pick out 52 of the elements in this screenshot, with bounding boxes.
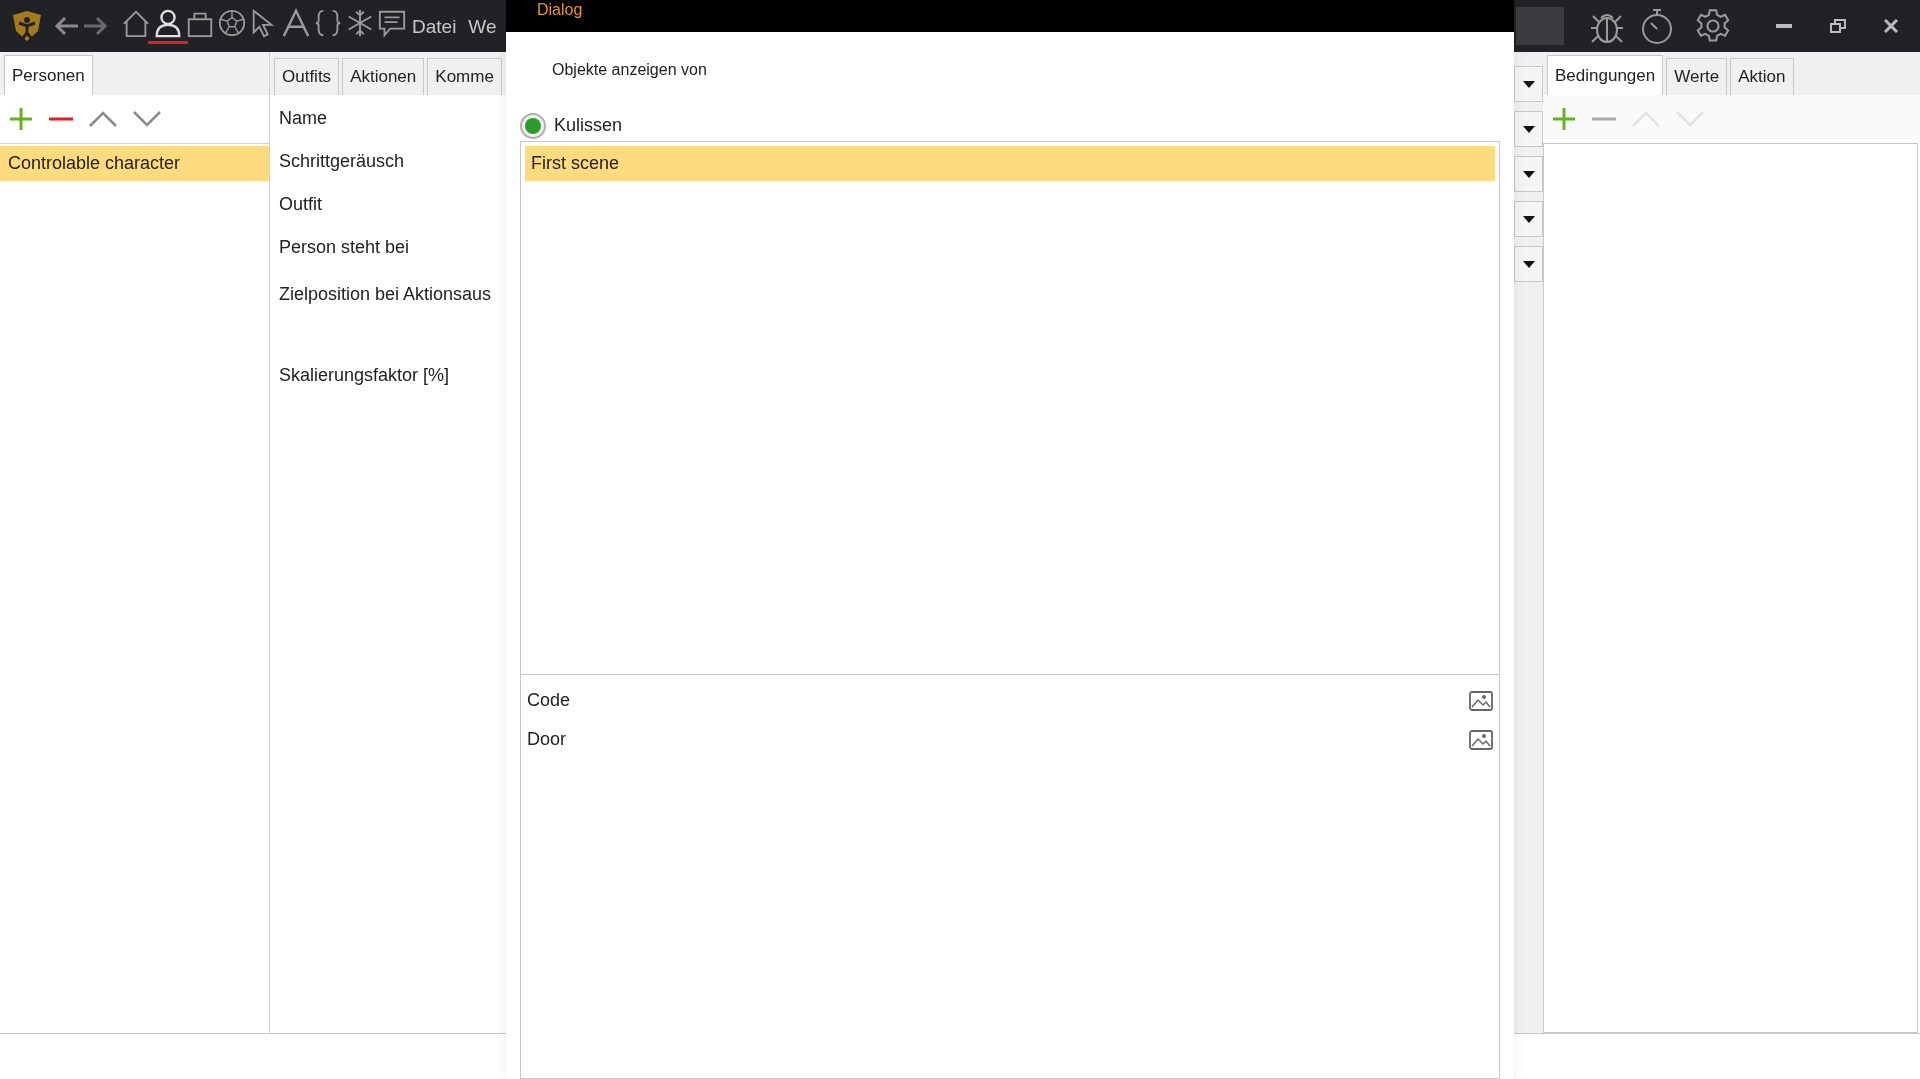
braces-icon[interactable] xyxy=(313,8,343,38)
caret-icon[interactable] xyxy=(1522,80,1535,88)
home-icon[interactable] xyxy=(121,8,151,38)
add-icon[interactable] xyxy=(8,106,34,132)
tab[interactable]: Werte xyxy=(1666,58,1728,95)
settings-icon[interactable] xyxy=(1694,7,1732,45)
stopwatch-icon[interactable] xyxy=(1640,6,1674,46)
list-item[interactable]: First scene xyxy=(525,146,1495,181)
menu-item[interactable]: We xyxy=(468,12,497,42)
add-icon[interactable] xyxy=(1551,106,1577,132)
ball-icon[interactable] xyxy=(217,8,247,38)
field-label: Person steht bei xyxy=(279,236,410,259)
restore-icon[interactable] xyxy=(1830,19,1846,33)
field-label: Name xyxy=(279,107,327,130)
field-label: Zielposition bei Aktionsaus xyxy=(279,283,492,306)
menu-item[interactable]: Datei xyxy=(412,12,457,42)
image-icon[interactable] xyxy=(1469,729,1493,750)
list-item[interactable]: Controlable character xyxy=(0,146,269,181)
dropdown-button[interactable] xyxy=(1514,66,1543,102)
dialog-title: Dialog xyxy=(537,0,583,20)
tab[interactable]: Outfits xyxy=(274,58,340,95)
caret-icon[interactable] xyxy=(1522,170,1535,178)
forward-arrow-icon[interactable] xyxy=(82,16,108,36)
caret-icon[interactable] xyxy=(1522,125,1535,133)
radio-button[interactable]: Kulissen xyxy=(520,112,623,139)
dropdown-button[interactable] xyxy=(1514,111,1543,147)
dropdown-button[interactable] xyxy=(1514,246,1543,282)
shield-logo-icon[interactable] xyxy=(10,9,44,43)
close-icon[interactable] xyxy=(1884,19,1898,33)
down-chevron-icon[interactable] xyxy=(132,110,162,128)
dialog-heading: Objekte anzeigen von xyxy=(552,60,707,80)
tab[interactable]: Aktion xyxy=(1730,58,1794,95)
dropdown-button[interactable] xyxy=(1514,156,1543,192)
field-label: Outfit xyxy=(279,193,322,216)
back-arrow-icon[interactable] xyxy=(54,16,80,36)
up-chevron-icon[interactable] xyxy=(88,110,118,128)
tab[interactable]: Personen xyxy=(4,55,93,95)
caret-icon[interactable] xyxy=(1522,215,1535,223)
dropdown-button[interactable] xyxy=(1514,201,1543,237)
letter-icon[interactable] xyxy=(281,8,311,38)
image-icon[interactable] xyxy=(1469,690,1493,711)
tab[interactable]: Komme xyxy=(427,58,502,95)
tab[interactable]: Aktionen xyxy=(342,58,425,95)
list-item[interactable]: Code xyxy=(527,687,571,714)
toolbar-field[interactable] xyxy=(1516,7,1564,45)
field-label: Skalierungsfaktor [%] xyxy=(279,364,450,387)
person-icon[interactable] xyxy=(153,8,183,38)
comment-icon[interactable] xyxy=(377,8,407,38)
caret-icon[interactable] xyxy=(1522,260,1535,268)
list-item[interactable]: Door xyxy=(527,726,566,753)
tab[interactable]: Bedingungen xyxy=(1547,55,1664,95)
field-label: Schrittgeräusch xyxy=(279,150,405,173)
